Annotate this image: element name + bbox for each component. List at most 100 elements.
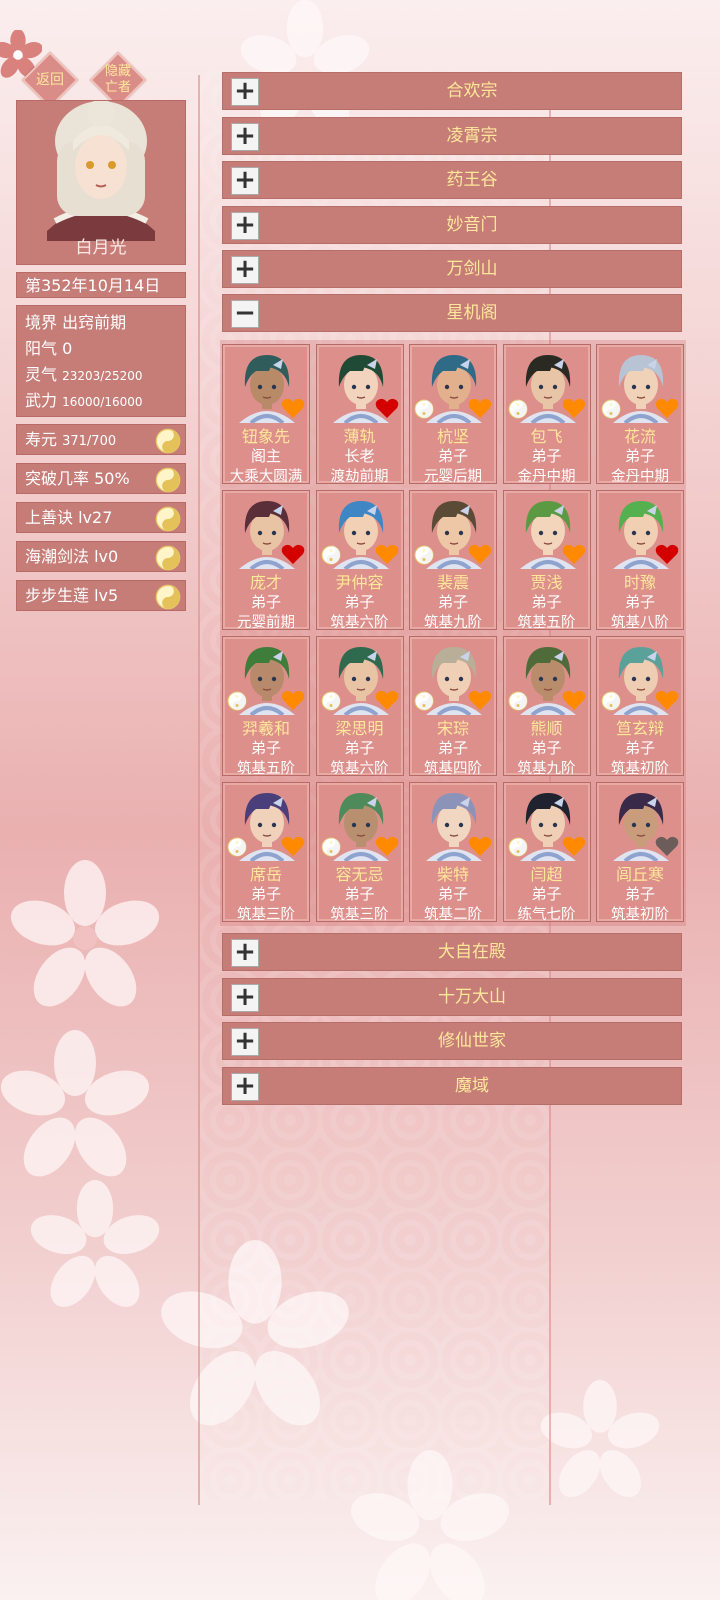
member-role: 弟子 [624, 885, 655, 903]
expand-toggle-button[interactable]: + [231, 256, 259, 284]
member-card[interactable]: 时豫 弟子 筑基八阶 [596, 490, 684, 631]
sect-bar[interactable]: + 十万大山 [222, 977, 682, 1016]
sect-name: 魔域 [455, 1075, 489, 1096]
member-role: 弟子 [437, 447, 468, 465]
member-name: 尹仲容 [335, 573, 384, 592]
sect-name: 修仙世家 [438, 1031, 506, 1051]
member-card[interactable]: 容无忌 弟子 筑基三阶 [315, 782, 404, 923]
sect-bar[interactable]: + 大自在殿 [222, 933, 682, 971]
expand-toggle-button[interactable]: + [231, 1028, 259, 1056]
sect-bar[interactable]: + 凌霄宗 [222, 116, 682, 155]
affection-heart-icon [562, 690, 585, 710]
member-card[interactable]: 闫超 弟子 练气七阶 [502, 782, 591, 923]
sect-bar[interactable]: + 药王谷 [222, 161, 682, 199]
member-card[interactable]: 薄轨 长老 渡劫前期 [315, 344, 404, 485]
affection-heart-icon [562, 836, 585, 856]
member-card[interactable]: 庞才 弟子 元婴前期 [222, 490, 310, 631]
sect-bar-expanded[interactable]: − 星机阁 [222, 294, 682, 332]
yin-yang-icon[interactable] [155, 506, 181, 532]
game-date: 第352年10月14日 [16, 272, 186, 298]
member-card[interactable]: 宋琮 弟子 筑基四阶 [409, 636, 497, 777]
yin-yang-icon[interactable] [155, 584, 181, 610]
sect-bar[interactable]: + 合欢宗 [222, 72, 682, 110]
member-name: 宋琮 [436, 719, 469, 738]
affection-heart-icon [655, 544, 679, 564]
trait-row[interactable]: 上善诀 lv27 [16, 502, 186, 533]
member-card[interactable]: 尹仲容 弟子 筑基六阶 [315, 490, 404, 631]
player-portrait-card[interactable]: 白月光 [16, 100, 186, 265]
expand-toggle-button[interactable]: + [231, 122, 259, 151]
member-card[interactable]: 笪玄辩 弟子 筑基初阶 [596, 636, 684, 777]
affection-heart-icon [281, 836, 305, 856]
sect-bar[interactable]: + 魔域 [222, 1066, 682, 1105]
player-avatar [47, 101, 155, 241]
member-card[interactable]: 闾丘寒 弟子 筑基初阶 [596, 782, 684, 923]
member-name: 花流 [623, 427, 656, 446]
member-role: 弟子 [437, 593, 468, 611]
sect-name: 凌霄宗 [446, 125, 498, 146]
yin-yang-icon [414, 399, 434, 419]
expand-toggle-button[interactable]: + [231, 939, 259, 967]
sect-bar[interactable]: + 万剑山 [222, 250, 682, 288]
realm-value: 出窍前期 [62, 313, 127, 332]
member-role: 弟子 [624, 447, 655, 465]
sect-bar[interactable]: + 妙音门 [222, 205, 682, 244]
member-name: 容无忌 [335, 865, 384, 884]
expand-toggle-button[interactable]: − [231, 300, 259, 328]
yin-yang-icon [321, 837, 341, 857]
expand-toggle-button[interactable]: + [231, 78, 259, 106]
sect-bar[interactable]: + 修仙世家 [222, 1022, 682, 1060]
member-card[interactable]: 梁思明 弟子 筑基六阶 [315, 636, 404, 777]
member-card[interactable]: 贾浅 弟子 筑基五阶 [502, 490, 591, 631]
yin-yang-icon[interactable] [155, 545, 181, 571]
member-realm: 筑基三阶 [237, 907, 295, 923]
member-card[interactable]: 席岳 弟子 筑基三阶 [222, 782, 310, 923]
expand-toggle-button[interactable]: + [231, 1072, 259, 1101]
affection-heart-icon [468, 398, 492, 418]
affection-heart-icon [375, 398, 398, 418]
sect-name: 妙音门 [446, 214, 498, 235]
member-card[interactable]: 杭坚 弟子 元婴后期 [409, 344, 497, 485]
expand-toggle-button[interactable]: + [231, 211, 259, 240]
member-card[interactable]: 熊顺 弟子 筑基九阶 [502, 636, 591, 777]
trait-row[interactable]: 寿元 371/700 [16, 424, 186, 455]
trait-value: lv0 [94, 547, 119, 566]
member-name: 庞才 [249, 573, 282, 592]
member-realm: 筑基初阶 [611, 761, 669, 777]
member-name: 时豫 [623, 573, 656, 592]
member-realm: 金丹中期 [611, 469, 669, 485]
yang-value: 0 [62, 339, 73, 358]
member-card[interactable]: 柴特 弟子 筑基二阶 [409, 782, 497, 923]
member-role: 弟子 [344, 885, 375, 903]
force-label: 武力 [25, 391, 58, 410]
member-name: 熊顺 [530, 719, 563, 738]
expand-toggle-button[interactable]: + [231, 983, 259, 1012]
member-name: 薄轨 [343, 427, 376, 446]
expand-toggle-button[interactable]: + [231, 167, 259, 195]
member-card[interactable]: 钮象先 阁主 大乘大圆满 [222, 344, 310, 485]
member-card[interactable]: 包飞 弟子 金丹中期 [502, 344, 591, 485]
affection-heart-icon [468, 690, 492, 710]
member-realm: 筑基五阶 [237, 761, 295, 777]
trait-row[interactable]: 突破几率 50% [16, 463, 186, 494]
member-realm: 金丹中期 [517, 469, 576, 485]
member-name: 包飞 [530, 427, 563, 446]
sect-name: 大自在殿 [438, 942, 506, 962]
yin-yang-icon[interactable] [155, 467, 181, 493]
member-card[interactable]: 花流 弟子 金丹中期 [596, 344, 684, 485]
member-role: 弟子 [531, 447, 562, 465]
member-name: 笪玄辩 [615, 719, 664, 738]
member-realm: 筑基三阶 [330, 907, 389, 923]
member-name: 闫超 [530, 865, 563, 884]
member-realm: 筑基二阶 [424, 907, 482, 923]
yin-yang-icon[interactable] [155, 428, 181, 454]
trait-row[interactable]: 步步生莲 lv5 [16, 580, 186, 611]
trait-row[interactable]: 海潮剑法 lv0 [16, 541, 186, 572]
member-realm: 练气七阶 [517, 907, 576, 923]
member-realm: 筑基六阶 [330, 761, 389, 777]
cherry-blossom-decoration [30, 1180, 160, 1307]
affection-heart-icon [375, 690, 398, 710]
member-name: 梁思明 [335, 719, 384, 738]
member-card[interactable]: 裴震 弟子 筑基九阶 [409, 490, 497, 631]
member-card[interactable]: 羿羲和 弟子 筑基五阶 [222, 636, 310, 777]
